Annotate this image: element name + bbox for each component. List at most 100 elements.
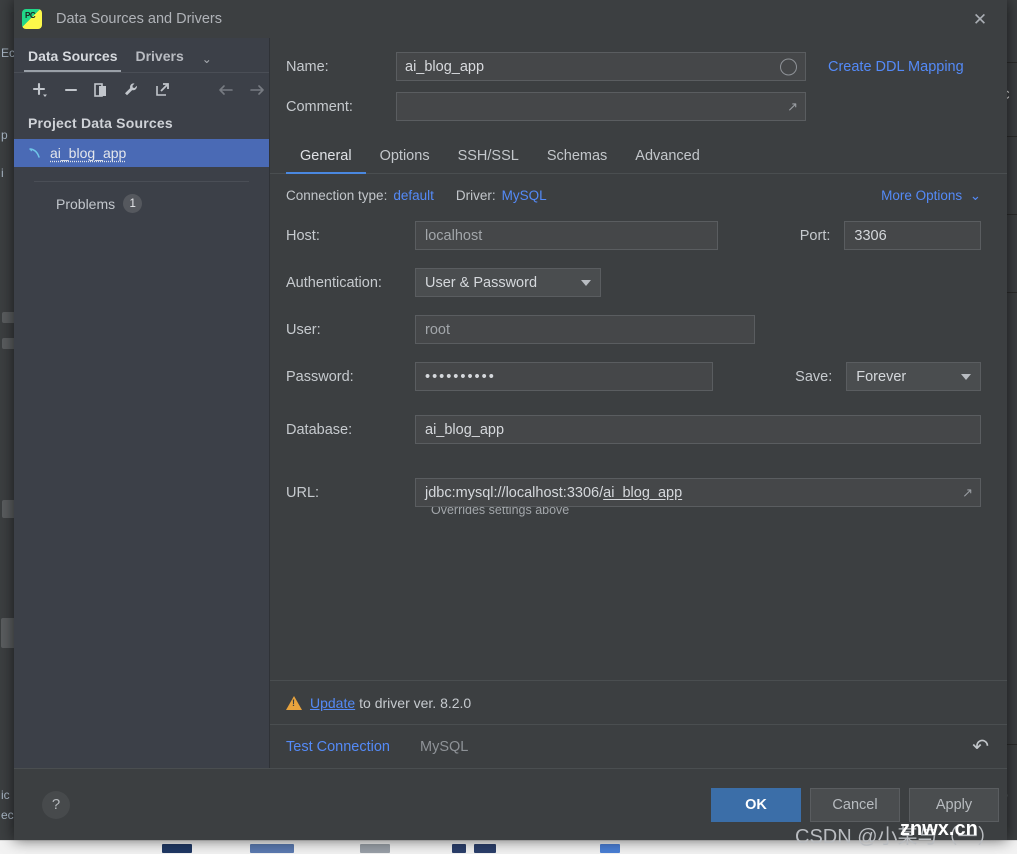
chevron-down-icon (581, 279, 591, 286)
header-form: Name: ai_blog_app Create DDL Mapping Com… (270, 38, 1007, 132)
warning-icon (286, 695, 302, 710)
chevron-down-icon (961, 373, 971, 380)
connection-summary-row: Connection type: default Driver: MySQL M… (270, 174, 1007, 204)
pycharm-icon: PC (22, 9, 42, 29)
comment-input[interactable]: ↗ (396, 92, 806, 121)
driver-value[interactable]: MySQL (502, 188, 547, 203)
name-input[interactable]: ai_blog_app (396, 52, 806, 81)
user-input[interactable]: root (415, 315, 755, 344)
database-input[interactable]: ai_blog_app (415, 415, 981, 444)
tab-schemas[interactable]: Schemas (533, 142, 621, 173)
update-driver-text: to driver ver. 8.2.0 (359, 694, 472, 711)
taskbar[interactable] (0, 840, 1017, 854)
problems-row[interactable]: Problems 1 (14, 182, 269, 213)
ok-button[interactable]: OK (711, 787, 801, 822)
url-input[interactable]: jdbc:mysql://localhost:3306/ai_blog_app … (415, 478, 981, 507)
dialog-body: Data Sources Drivers ⌄ Project Data Sour… (14, 38, 1007, 768)
forward-arrow-icon[interactable] (245, 78, 269, 102)
problems-badge: 1 (123, 194, 143, 213)
wrench-icon[interactable] (119, 78, 143, 102)
circle-indicator-icon (780, 58, 797, 75)
wrench-glyph (125, 83, 138, 96)
save-label: Save: (795, 368, 833, 385)
dialog-titlebar: PC Data Sources and Drivers ✕ (14, 0, 1007, 38)
tab-general[interactable]: General (286, 142, 366, 174)
close-icon[interactable]: ✕ (965, 8, 995, 30)
password-label: Password: (286, 368, 354, 385)
add-glyph (33, 82, 48, 97)
host-input[interactable]: localhost (415, 221, 718, 250)
mysql-icon (28, 145, 50, 161)
save-value: Forever (856, 368, 907, 385)
tab-data-sources[interactable]: Data Sources (24, 48, 131, 72)
left-panel-tabs: Data Sources Drivers ⌄ (14, 38, 269, 72)
test-connection-button[interactable]: Test Connection (286, 739, 390, 755)
help-button[interactable]: ? (42, 790, 70, 819)
chevron-down-icon[interactable]: ⌄ (202, 52, 212, 66)
create-ddl-mapping-link[interactable]: Create DDL Mapping (828, 59, 964, 75)
tab-options[interactable]: Options (366, 142, 444, 173)
user-row: User: root (286, 315, 981, 344)
forward-arrow-glyph (249, 85, 264, 95)
tab-drivers[interactable]: Drivers (131, 48, 197, 72)
taskbar-item[interactable] (452, 844, 466, 853)
authentication-label: Authentication: (286, 274, 382, 291)
expand-icon[interactable]: ↗ (962, 485, 973, 501)
remove-icon[interactable] (58, 78, 82, 102)
comment-label: Comment: (286, 98, 353, 115)
name-label: Name: (286, 58, 329, 75)
comment-row: Comment: ↗ (286, 92, 981, 121)
authentication-value: User & Password (425, 274, 538, 291)
save-select[interactable]: Forever (846, 362, 981, 391)
ide-text: p (1, 128, 8, 142)
more-options-label: More Options (881, 187, 963, 203)
name-input-value: ai_blog_app (405, 58, 485, 75)
more-options-button[interactable]: More Options ⌄ (881, 188, 981, 204)
sidebar-item-ai-blog-app[interactable]: ai_blog_app (14, 139, 269, 167)
taskbar-item[interactable] (360, 844, 390, 853)
duplicate-icon[interactable] (89, 78, 113, 102)
panel-spacer (270, 517, 1007, 680)
cancel-button[interactable]: Cancel (810, 787, 900, 822)
driver-name-text: MySQL (419, 738, 469, 755)
ide-text: i (1, 166, 4, 180)
back-arrow-icon[interactable] (214, 78, 238, 102)
chevron-down-icon: ⌄ (965, 187, 981, 203)
host-row: Host: localhost Port: 3306 (286, 221, 981, 250)
driver-update-bar: Update to driver ver. 8.2.0 (270, 680, 1007, 724)
mysql-glyph (29, 148, 40, 158)
ide-text: ec (1, 808, 14, 822)
driver-label: Driver: (455, 188, 496, 203)
url-prefix: jdbc:mysql://localhost:3306/ (425, 484, 604, 501)
authentication-select[interactable]: User & Password (415, 268, 601, 297)
url-suffix: ai_blog_app (603, 484, 683, 501)
settings-tabs: General Options SSH/SSL Schemas Advanced (270, 142, 1007, 174)
ide-text: Ec (1, 46, 16, 60)
back-arrow-glyph (219, 85, 234, 95)
tab-ssh-ssl[interactable]: SSH/SSL (444, 142, 533, 173)
tab-advanced[interactable]: Advanced (621, 142, 714, 173)
password-input[interactable]: •••••••••• (415, 362, 714, 391)
authentication-row: Authentication: User & Password (286, 268, 981, 297)
taskbar-item[interactable] (250, 844, 294, 853)
update-driver-link[interactable]: Update (310, 695, 355, 711)
add-icon[interactable] (28, 78, 52, 102)
port-input[interactable]: 3306 (844, 221, 981, 250)
taskbar-item[interactable] (600, 844, 620, 853)
duplicate-glyph (94, 83, 107, 97)
connection-type-value[interactable]: default (393, 188, 434, 203)
url-label: URL: (286, 484, 320, 501)
action-buttons: OK Cancel Apply (711, 787, 999, 822)
sidebar-filler (14, 213, 269, 768)
test-connection-bar: Test Connection MySQL ↶ (270, 724, 1007, 768)
taskbar-item[interactable] (474, 844, 496, 853)
password-row: Password: •••••••••• Save: Forever (286, 362, 981, 391)
left-panel-toolbar (14, 73, 269, 107)
apply-button[interactable]: Apply (909, 787, 999, 822)
taskbar-item[interactable] (162, 844, 192, 853)
port-label: Port: (799, 227, 831, 244)
jump-to-icon[interactable] (150, 78, 174, 102)
expand-icon[interactable]: ↗ (787, 99, 798, 115)
user-label: User: (286, 321, 321, 338)
refresh-icon[interactable]: ↶ (972, 734, 989, 759)
